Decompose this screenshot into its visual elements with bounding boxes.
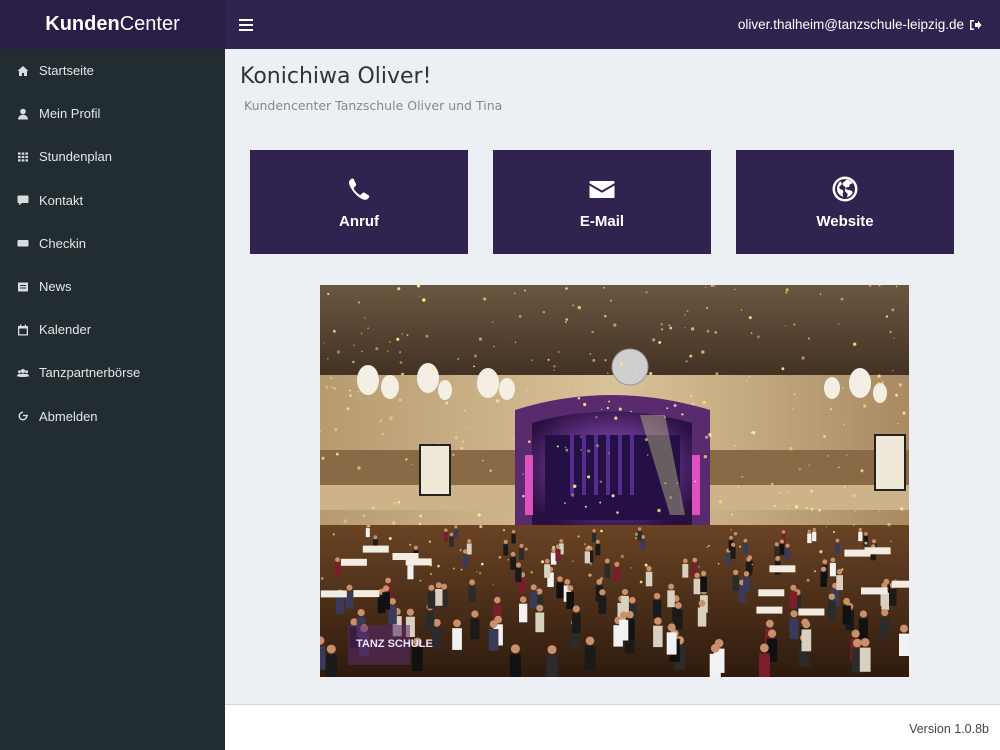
- keyboard-icon: [16, 236, 30, 250]
- power-off-icon: [16, 409, 30, 423]
- home-icon: [16, 64, 30, 78]
- sidebar-item-label: Tanzpartnerbörse: [39, 365, 141, 381]
- bars-icon: [239, 18, 253, 31]
- sidebar-item-label: Startseite: [39, 63, 94, 79]
- logo-bold-text: Kunden: [45, 13, 120, 35]
- grid-icon: [16, 150, 30, 164]
- phone-icon: [345, 175, 373, 203]
- sidebar-item-label: Checkin: [39, 235, 86, 251]
- sidebar-item-label: Kontakt: [39, 192, 84, 208]
- globe-icon: [831, 175, 859, 203]
- sidebar-item-startseite[interactable]: Startseite: [0, 49, 225, 92]
- users-icon: [16, 366, 30, 380]
- newspaper-icon: [16, 280, 30, 294]
- sidebar-item-checkin[interactable]: Checkin: [0, 222, 225, 265]
- sidebar-toggle-button[interactable]: [225, 0, 267, 49]
- logo-light-text: Center: [119, 13, 180, 35]
- call-tile-button[interactable]: Anruf: [250, 150, 468, 254]
- page-footer: Version 1.0.8b: [225, 704, 1000, 750]
- sidebar-item-kalender[interactable]: Kalender: [0, 308, 225, 351]
- user-email[interactable]: oliver.thalheim@tanzschule-leipzig.de: [738, 17, 964, 32]
- user-menu[interactable]: oliver.thalheim@tanzschule-leipzig.de: [738, 17, 982, 32]
- user-icon: [16, 107, 30, 121]
- version-label: Version 1.0.8b: [909, 722, 989, 736]
- website-tile-button[interactable]: Website: [736, 150, 954, 254]
- sidebar-item-kontakt[interactable]: Kontakt: [0, 179, 225, 222]
- tile-label: Anruf: [339, 212, 379, 230]
- sidebar-item-abmelden[interactable]: Abmelden: [0, 395, 225, 438]
- envelope-icon: [588, 175, 616, 203]
- ballroom-photo: TANZ SCHULE: [320, 285, 909, 677]
- sidebar-item-label: Mein Profil: [39, 106, 101, 122]
- sidebar-item-news[interactable]: News: [0, 265, 225, 308]
- page-title: Konichiwa Oliver!: [240, 64, 432, 89]
- top-header: Kunden Center oliver.thalheim@tanzschule-…: [0, 0, 1000, 49]
- page-subtitle: Kundencenter Tanzschule Oliver und Tina: [244, 98, 503, 113]
- sidebar-item-label: Stundenplan: [39, 149, 113, 165]
- email-tile-button[interactable]: E-Mail: [493, 150, 711, 254]
- sidebar-item-label: Abmelden: [39, 408, 98, 424]
- sidebar-item-label: Kalender: [39, 322, 92, 338]
- sign-out-icon[interactable]: [969, 19, 982, 31]
- main-content: Konichiwa Oliver! Kundencenter Tanzschul…: [225, 49, 1000, 704]
- tile-label: E-Mail: [579, 212, 625, 230]
- app-logo[interactable]: Kunden Center: [0, 0, 225, 49]
- calendar-icon: [16, 323, 30, 337]
- comment-icon: [16, 193, 30, 207]
- sidebar: Startseite Mein Profil Stundenplan Konta…: [0, 49, 225, 750]
- sidebar-item-label: News: [39, 279, 72, 295]
- sidebar-item-mein-profil[interactable]: Mein Profil: [0, 92, 225, 135]
- sidebar-item-stundenplan[interactable]: Stundenplan: [0, 135, 225, 178]
- sidebar-item-tanzpartnerboerse[interactable]: Tanzpartnerbörse: [0, 351, 225, 394]
- hero-logo-text: TANZ SCHULE: [356, 638, 433, 650]
- tile-label: Website: [816, 212, 874, 230]
